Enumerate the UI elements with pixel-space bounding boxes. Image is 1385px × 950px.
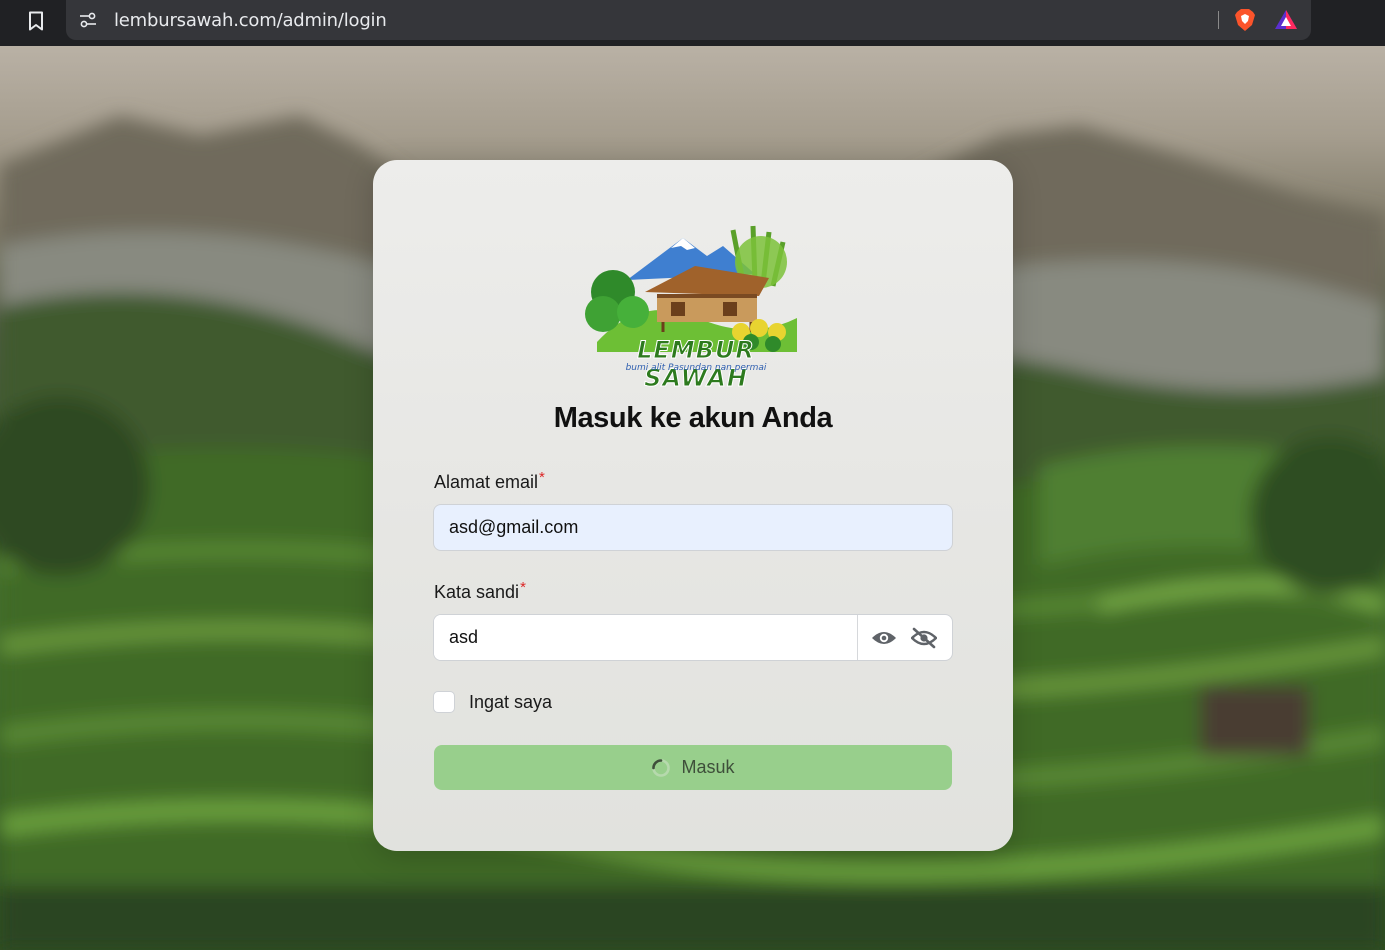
- email-input[interactable]: [433, 504, 953, 551]
- remember-me[interactable]: Ingat saya: [433, 691, 552, 713]
- email-label-text: Alamat email: [434, 472, 539, 492]
- lembur-sawah-logo: LEMBUR SAWAH bumi alit Pasundan nan perm…: [583, 222, 809, 393]
- logo-tagline: bumi alit Pasundan nan permai: [625, 363, 767, 373]
- password-input[interactable]: [434, 615, 857, 660]
- password-label: Kata sandi*: [434, 579, 526, 603]
- page-title: Masuk ke akun Anda: [553, 402, 833, 434]
- login-card: LEMBUR SAWAH bumi alit Pasundan nan perm…: [373, 160, 1013, 851]
- login-button-label: Masuk: [681, 757, 735, 777]
- loading-spinner-icon: [652, 758, 671, 777]
- toolbar-divider: [1218, 11, 1219, 29]
- site-settings-icon[interactable]: [78, 10, 98, 30]
- password-field: [433, 614, 953, 661]
- remember-me-checkbox[interactable]: [433, 691, 455, 713]
- remember-me-label[interactable]: Ingat saya: [469, 692, 552, 713]
- brave-rewards-icon[interactable]: [1274, 9, 1298, 31]
- email-label: Alamat email*: [434, 469, 545, 493]
- password-field-divider: [857, 615, 858, 660]
- show-password-icon[interactable]: [870, 625, 898, 651]
- brave-shields-icon[interactable]: [1234, 8, 1256, 32]
- url-text[interactable]: lembursawah.com/admin/login: [114, 10, 387, 31]
- password-label-text: Kata sandi: [434, 582, 520, 602]
- required-marker: *: [520, 579, 526, 596]
- hide-password-icon[interactable]: [910, 625, 938, 651]
- required-marker: *: [539, 469, 545, 486]
- address-bar[interactable]: lembursawah.com/admin/login: [66, 0, 1311, 40]
- login-button[interactable]: Masuk: [434, 745, 952, 790]
- bookmark-icon[interactable]: [20, 8, 52, 34]
- browser-toolbar: lembursawah.com/admin/login: [0, 0, 1385, 46]
